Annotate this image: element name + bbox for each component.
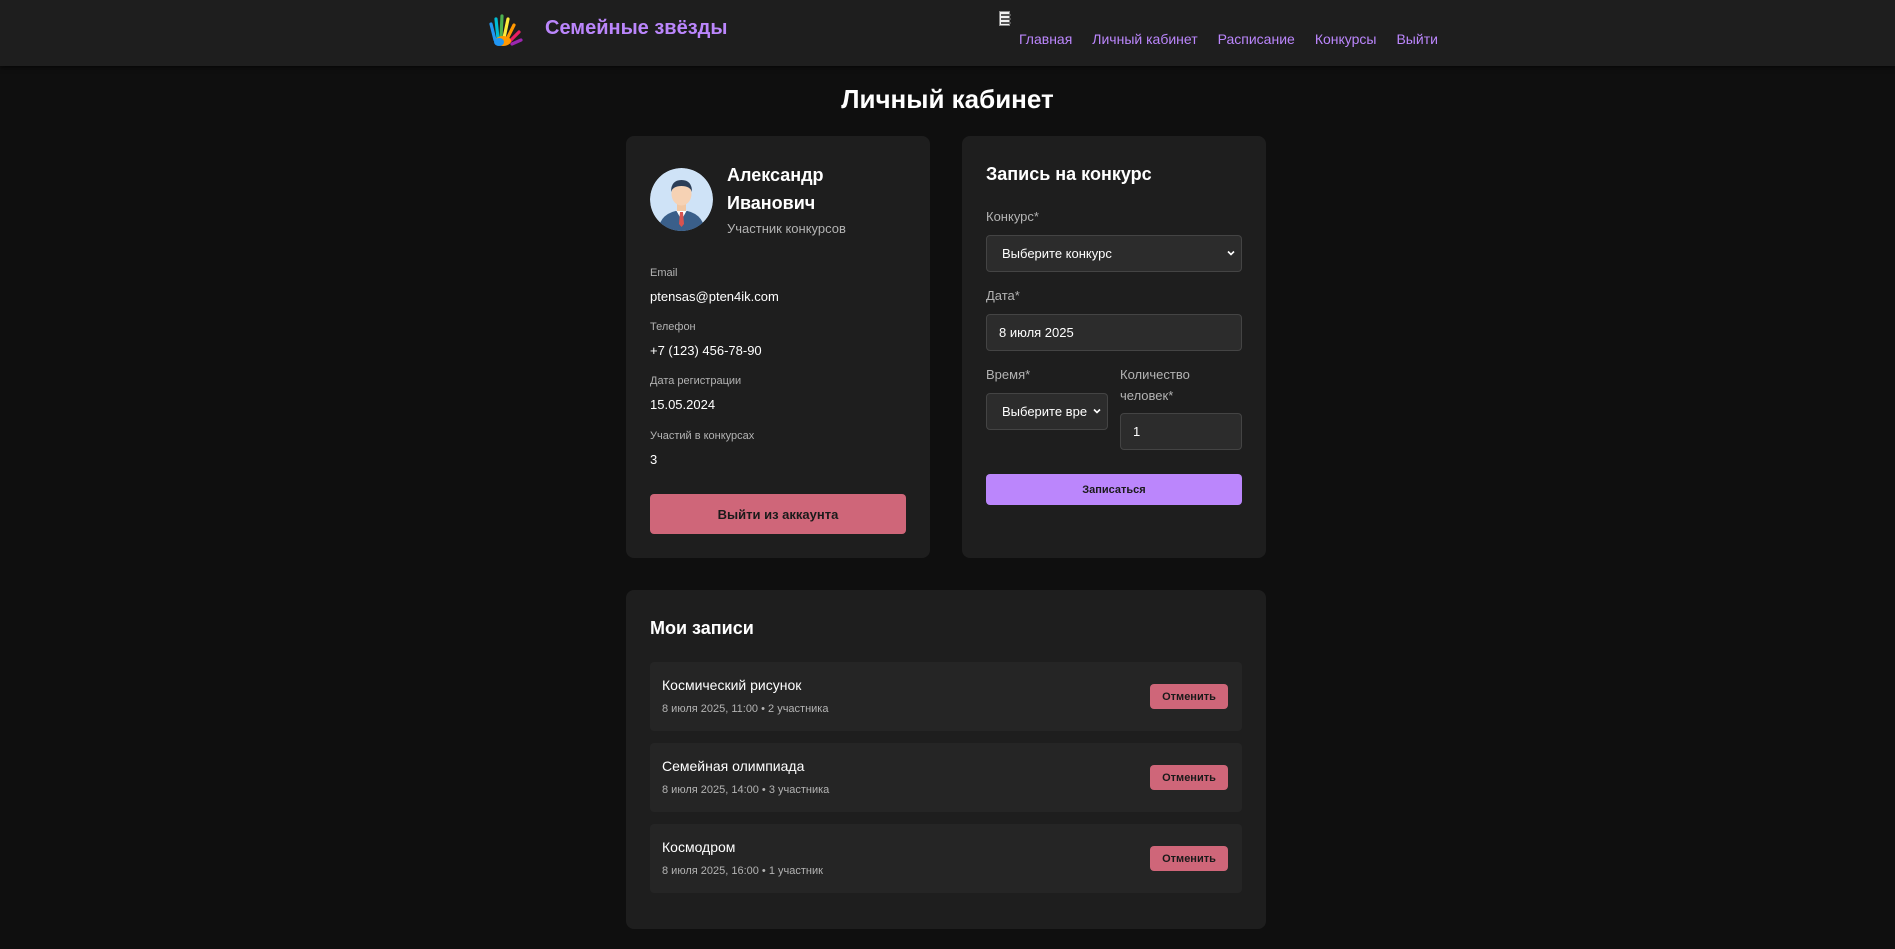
user-role: Участник конкурсов bbox=[727, 221, 846, 236]
date-input[interactable]: 8 июля 2025 bbox=[986, 314, 1242, 351]
date-label: Дата* bbox=[986, 288, 1020, 303]
submit-booking-button[interactable]: Записаться bbox=[986, 474, 1242, 505]
my-records-title: Мои записи bbox=[650, 618, 754, 638]
people-count-input[interactable]: 1 bbox=[1120, 413, 1242, 450]
chevron-down-icon bbox=[1093, 408, 1101, 414]
registration-date-label: Дата регистрации bbox=[650, 375, 742, 387]
nav-contests-link[interactable]: Конкурсы bbox=[1315, 31, 1377, 47]
time-label: Время* bbox=[986, 367, 1031, 382]
record-title: Космический рисунок bbox=[662, 677, 802, 693]
participations-label: Участий в конкурсах bbox=[650, 430, 755, 442]
record-meta: 8 июля 2025, 14:00 • 3 участника bbox=[662, 784, 830, 796]
contest-select-value: Выберите конкурс bbox=[1002, 246, 1112, 261]
registration-date-value: 15.05.2024 bbox=[650, 397, 716, 412]
cancel-record-button[interactable]: Отменить bbox=[1150, 765, 1228, 790]
record-item: Космический рисунок 8 июля 2025, 11:00 •… bbox=[650, 662, 1242, 731]
date-input-value: 8 июля 2025 bbox=[999, 325, 1074, 340]
my-records-card: Мои записи Космический рисунок 8 июля 20… bbox=[626, 590, 1266, 929]
people-count-label: Количество человек* bbox=[1120, 367, 1190, 403]
main-nav: Главная Личный кабинет Расписание Конкур… bbox=[1019, 31, 1458, 47]
profile-card: Александр Иванович Участник конкурсов Em… bbox=[626, 136, 930, 558]
email-value: ptensas@pten4ik.com bbox=[650, 289, 779, 304]
time-select[interactable]: Выберите вре bbox=[986, 393, 1108, 430]
participations-value: 3 bbox=[650, 452, 658, 467]
record-meta: 8 июля 2025, 16:00 • 1 участник bbox=[662, 865, 823, 877]
record-title: Космодром bbox=[662, 839, 736, 855]
nav-schedule-link[interactable]: Расписание bbox=[1218, 31, 1295, 47]
people-count-value: 1 bbox=[1133, 424, 1141, 439]
nav-logout-link[interactable]: Выйти bbox=[1396, 31, 1437, 47]
brand-name[interactable]: Семейные звёзды bbox=[545, 17, 727, 40]
record-meta: 8 июля 2025, 11:00 • 2 участника bbox=[662, 703, 829, 715]
logout-button[interactable]: Выйти из аккаунта bbox=[650, 494, 906, 534]
colorful-hands-logo-icon[interactable] bbox=[487, 10, 525, 48]
menu-icon[interactable] bbox=[999, 11, 1011, 26]
booking-form-card: Запись на конкурс Конкурс* Выберите конк… bbox=[962, 136, 1266, 558]
top-navigation-bar: Семейные звёзды Главная Личный кабинет Р… bbox=[0, 0, 1895, 66]
cancel-record-button[interactable]: Отменить bbox=[1150, 846, 1228, 871]
booking-form-title: Запись на конкурс bbox=[986, 164, 1152, 184]
page-title: Личный кабинет bbox=[841, 84, 1054, 114]
phone-value: +7 (123) 456-78-90 bbox=[650, 343, 762, 358]
record-title: Семейная олимпиада bbox=[662, 758, 805, 774]
record-item: Семейная олимпиада 8 июля 2025, 14:00 • … bbox=[650, 743, 1242, 812]
user-avatar-icon bbox=[650, 168, 713, 231]
contest-label: Конкурс* bbox=[986, 209, 1039, 224]
record-item: Космодром 8 июля 2025, 16:00 • 1 участни… bbox=[650, 824, 1242, 893]
contest-select[interactable]: Выберите конкурс bbox=[986, 235, 1242, 272]
chevron-down-icon bbox=[1227, 250, 1235, 256]
nav-profile-link[interactable]: Личный кабинет bbox=[1092, 31, 1197, 47]
nav-home-link[interactable]: Главная bbox=[1019, 31, 1072, 47]
time-select-value: Выберите вре bbox=[1002, 404, 1088, 419]
email-label: Email bbox=[650, 267, 678, 279]
user-name: Александр Иванович bbox=[727, 165, 824, 213]
phone-label: Телефон bbox=[650, 321, 696, 333]
cancel-record-button[interactable]: Отменить bbox=[1150, 684, 1228, 709]
